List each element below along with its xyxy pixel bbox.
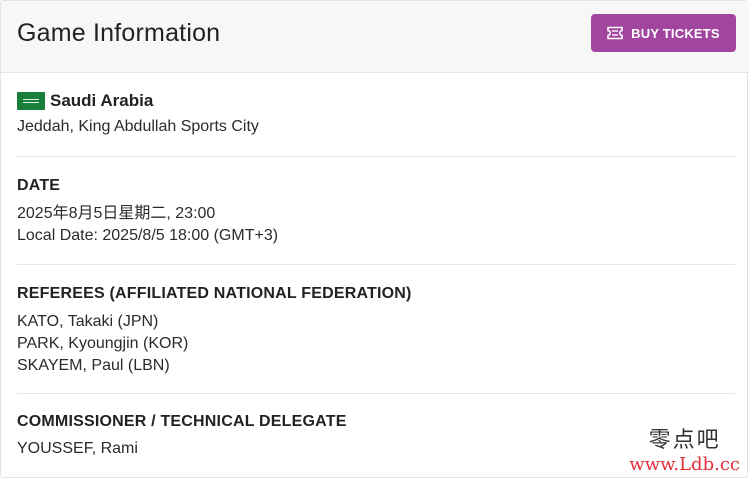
watermark-text: 零点吧 [648, 428, 721, 453]
watermark: 零点吧 www.Ldb.cc [629, 428, 740, 476]
referee-item: KATO, Takaki (JPN) [17, 313, 159, 330]
referees-heading: REFEREES (AFFILIATED NATIONAL FEDERATION… [17, 285, 412, 302]
referees-section: REFEREES (AFFILIATED NATIONAL FEDERATION… [17, 283, 737, 377]
country-row: Saudi Arabia [17, 91, 737, 111]
referee-item: PARK, Kyoungjin (KOR) [17, 335, 189, 352]
date-local: Local Date: 2025/8/5 18:00 (GMT+3) [17, 227, 279, 244]
watermark-url: www.Ldb.cc [629, 454, 740, 475]
saudi-arabia-flag-icon [17, 92, 45, 110]
divider [17, 393, 735, 394]
divider [17, 156, 735, 157]
card-header: Game Information BUY TICKETS [1, 1, 749, 73]
date-datetime: 2025年8月5日星期二, 23:00 [17, 205, 216, 222]
venue-section: Saudi Arabia Jeddah, King Abdullah Sport… [17, 91, 737, 138]
page-title: Game Information [17, 19, 221, 47]
date-heading: DATE [17, 177, 61, 194]
referee-item: SKAYEM, Paul (LBN) [17, 357, 170, 374]
divider [17, 264, 735, 265]
country-name: Saudi Arabia [50, 91, 154, 110]
venue-location: Jeddah, King Abdullah Sports City [17, 118, 259, 135]
ticket-icon [607, 26, 623, 40]
buy-tickets-label: BUY TICKETS [631, 25, 720, 41]
game-information-card: Game Information BUY TICKETS Saudi Arabi… [0, 0, 749, 478]
buy-tickets-button[interactable]: BUY TICKETS [591, 14, 736, 52]
date-section: DATE 2025年8月5日星期二, 23:00 Local Date: 202… [17, 175, 737, 247]
